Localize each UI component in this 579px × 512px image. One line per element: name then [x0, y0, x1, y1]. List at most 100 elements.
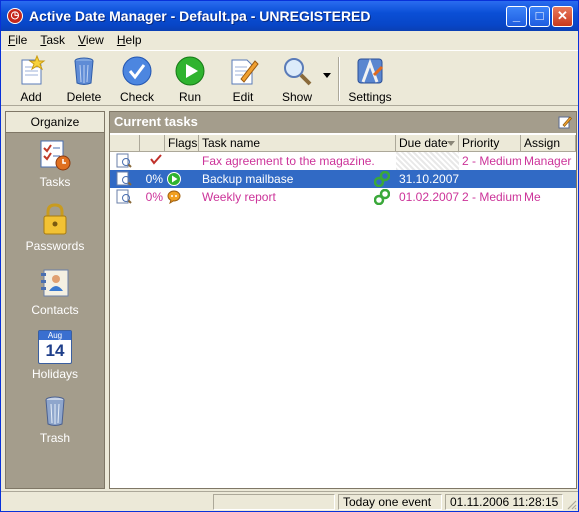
sidebar-item-trash[interactable]: Trash	[6, 394, 104, 456]
recurring-icon	[374, 170, 391, 188]
column-header-assign[interactable]: Assign	[521, 135, 576, 152]
column-header-type[interactable]	[110, 135, 140, 152]
sidebar-passwords-label: Passwords	[25, 239, 85, 253]
calendar-icon: Aug 14	[38, 330, 72, 364]
close-button[interactable]: ✕	[552, 6, 573, 27]
edit-icon	[231, 59, 259, 85]
task-due-date	[396, 152, 459, 170]
panel-header: Current tasks	[110, 112, 576, 133]
calendar-month: Aug	[39, 331, 71, 340]
run-button[interactable]: Run	[166, 55, 214, 105]
trash-icon	[45, 396, 65, 426]
title-bar[interactable]: ◷ Active Date Manager - Default.pa - UNR…	[1, 1, 578, 31]
task-type-icon	[116, 188, 136, 206]
recurring-indicator	[374, 188, 394, 206]
menu-file[interactable]: File	[1, 31, 33, 47]
status-panel-blank	[4, 494, 210, 510]
task-assign: Me	[524, 190, 541, 204]
tasks-panel: Current tasks Flags Task name Due date P…	[109, 111, 577, 489]
task-percent	[140, 152, 165, 170]
check-button[interactable]: Check	[113, 55, 161, 105]
sidebar-contacts-label: Contacts	[31, 303, 79, 317]
table-row[interactable]: 0% Weekly report 01.02.2007 2 - Medium M…	[110, 188, 576, 206]
edit-label: Edit	[232, 90, 254, 104]
add-label: Add	[20, 90, 42, 104]
task-priority	[459, 170, 521, 188]
sidebar-item-tasks[interactable]: Tasks	[6, 138, 104, 200]
show-dropdown-arrow-icon[interactable]	[323, 73, 331, 79]
sidebar-item-passwords[interactable]: Passwords	[6, 202, 104, 264]
task-flags	[165, 152, 199, 170]
task-type-icon	[116, 152, 136, 170]
resize-grip-icon[interactable]	[565, 498, 577, 510]
task-priority: 2 - Medium	[462, 154, 521, 168]
column-header-priority[interactable]: Priority	[459, 135, 521, 152]
minimize-button[interactable]: _	[506, 6, 527, 27]
panel-edit-icon[interactable]	[558, 115, 572, 129]
sidebar-item-contacts[interactable]: Contacts	[6, 266, 104, 328]
task-due-date: 01.02.2007	[399, 190, 459, 204]
task-flags	[165, 188, 199, 206]
menu-bar: File Task View Help	[1, 31, 578, 50]
task-note-icon	[116, 189, 132, 204]
add-button[interactable]: Add	[7, 55, 55, 105]
status-events: Today one event	[338, 494, 442, 510]
recurring-icon	[374, 188, 391, 206]
maximize-button[interactable]: □	[529, 6, 550, 27]
column-header-percent[interactable]	[140, 135, 165, 152]
column-header-flags[interactable]: Flags	[165, 135, 199, 152]
sidebar-tasks-label: Tasks	[39, 175, 71, 189]
delete-label: Delete	[66, 90, 102, 104]
app-icon[interactable]: ◷	[7, 8, 23, 24]
task-priority: 2 - Medium	[462, 190, 521, 204]
status-datetime: 01.11.2006 11:28:15	[445, 494, 563, 510]
grid-header: Flags Task name Due date Priority Assign	[110, 135, 576, 152]
column-header-task-name[interactable]: Task name	[199, 135, 396, 152]
show-button[interactable]: Show	[273, 55, 321, 105]
play-icon	[175, 56, 205, 86]
calendar-day: 14	[45, 341, 65, 360]
sidebar-trash-label: Trash	[39, 431, 71, 445]
trash-icon	[74, 57, 94, 85]
panel-title: Current tasks	[114, 114, 198, 129]
magnifier-icon	[284, 58, 312, 86]
task-name: Backup mailbase	[202, 172, 294, 186]
tasks-icon	[40, 140, 71, 171]
task-type-icon	[116, 170, 136, 188]
column-header-due-date[interactable]: Due date	[396, 135, 459, 152]
status-bar: Today one event 01.11.2006 11:28:15	[1, 491, 578, 511]
add-icon	[21, 55, 46, 85]
tasks-grid: Flags Task name Due date Priority Assign	[110, 135, 576, 206]
toolbar: Add Delete Check Run Edit Show Settings	[1, 50, 578, 106]
toolbar-separator	[338, 57, 340, 101]
table-row[interactable]: 0% Backup mailbase 31.10.2007	[110, 170, 576, 188]
menu-task[interactable]: Task	[33, 31, 71, 47]
window-title: Active Date Manager - Default.pa - UNREG…	[29, 8, 371, 24]
delete-button[interactable]: Delete	[60, 55, 108, 105]
task-percent: 0%	[145, 190, 163, 204]
task-note-icon	[116, 171, 132, 186]
sort-descending-icon	[447, 141, 455, 146]
check-label: Check	[119, 90, 154, 104]
status-mode	[213, 494, 335, 510]
task-note-icon	[116, 153, 132, 168]
contacts-icon	[41, 269, 69, 297]
check-icon	[122, 56, 152, 86]
task-flags	[165, 170, 199, 188]
sidebar-header: Organize	[6, 112, 104, 133]
run-label: Run	[178, 90, 201, 104]
task-assign	[521, 170, 576, 188]
task-due-date: 31.10.2007	[399, 172, 459, 186]
organize-sidebar: Organize Tasks Passwords Contacts Aug 14…	[5, 111, 105, 489]
table-row[interactable]: Fax agreement to the magazine. 2 - Mediu…	[110, 152, 576, 170]
menu-view[interactable]: View	[71, 31, 110, 47]
edit-button[interactable]: Edit	[219, 55, 267, 105]
task-name: Fax agreement to the magazine.	[202, 154, 375, 168]
task-name: Weekly report	[202, 190, 276, 204]
menu-help[interactable]: Help	[110, 31, 148, 47]
settings-button[interactable]: Settings	[346, 55, 394, 105]
app-window: ◷ Active Date Manager - Default.pa - UNR…	[0, 0, 579, 512]
sidebar-item-holidays[interactable]: Aug 14 Holidays	[6, 330, 104, 392]
task-assign: Manager	[524, 154, 572, 168]
recurring-indicator	[374, 170, 394, 188]
